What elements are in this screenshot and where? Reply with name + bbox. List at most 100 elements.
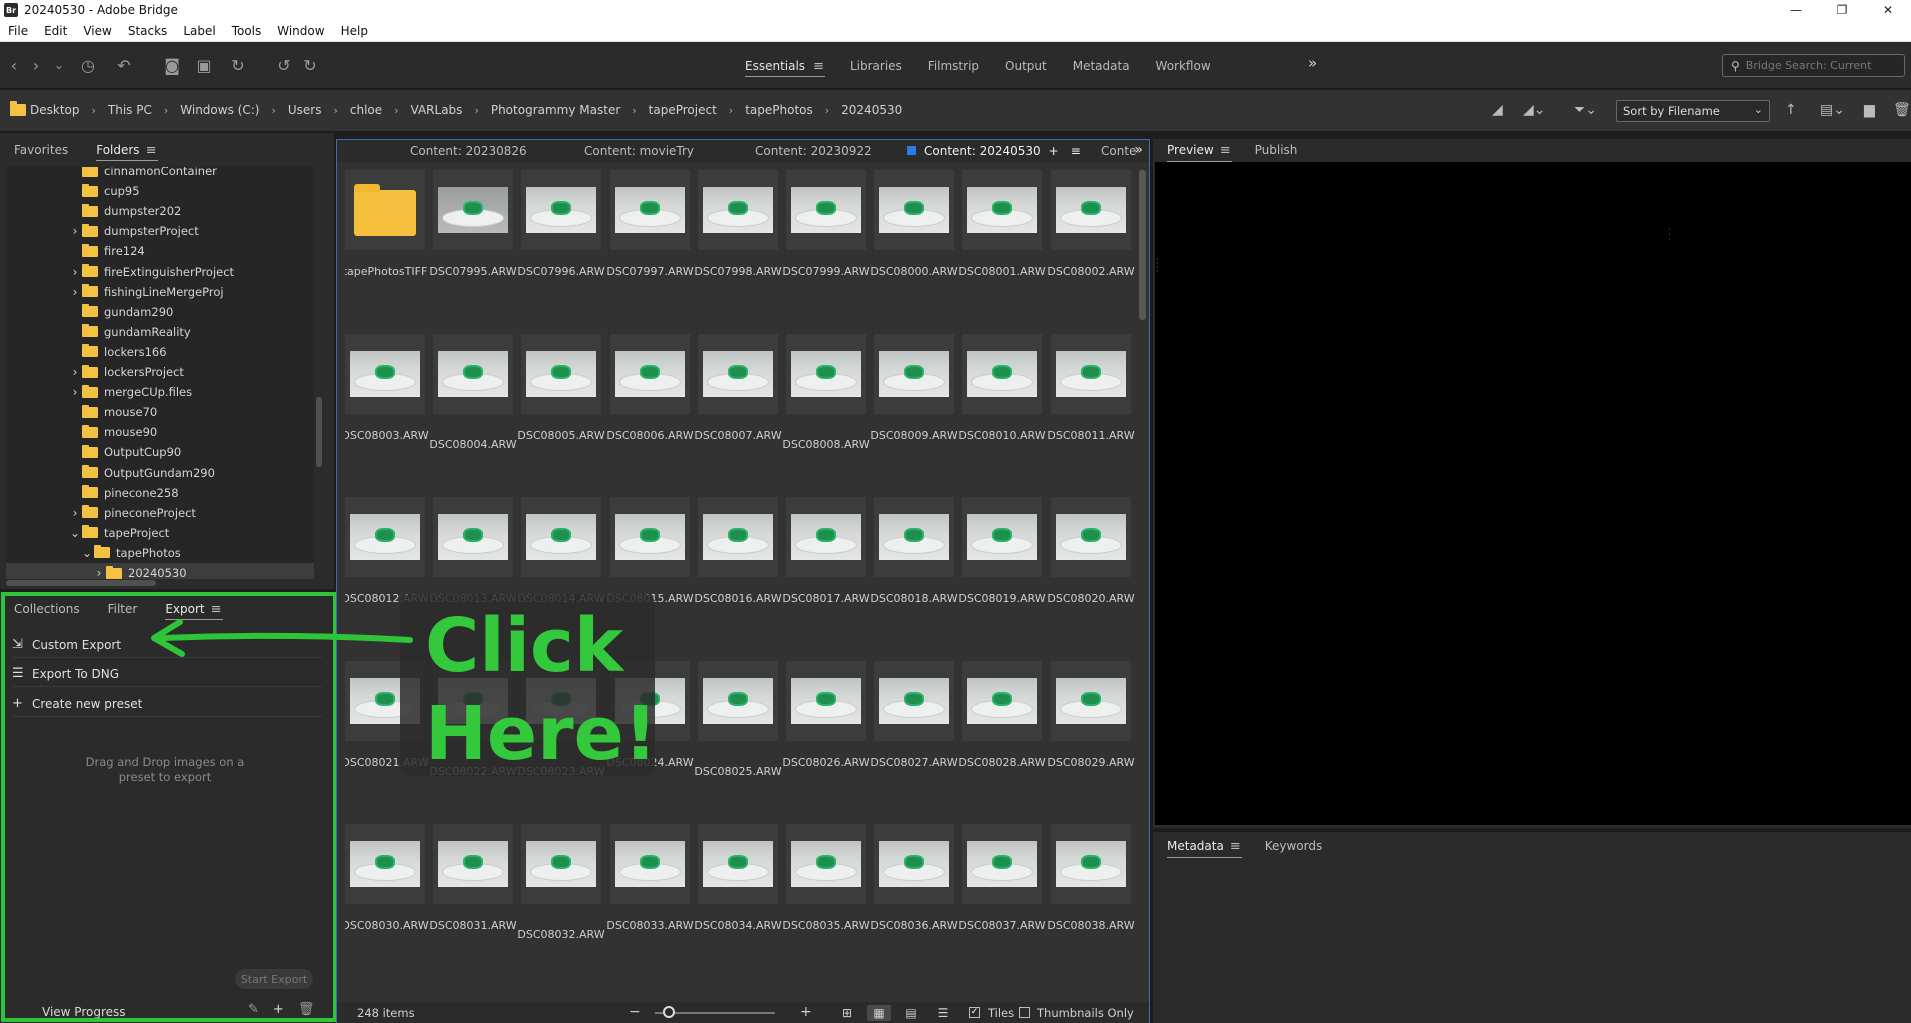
folder-tree-item[interactable]: › mergeCUp.files <box>6 382 314 402</box>
delete-icon[interactable]: 🗑 <box>1893 102 1911 118</box>
image-thumbnail[interactable]: DSC08038.ARW <box>1047 824 1135 932</box>
folder-tree-item[interactable]: › pineconeProject <box>6 503 314 523</box>
view-details-icon[interactable]: ▤ <box>899 1005 923 1021</box>
image-thumbnail[interactable]: DSC08003.ARW <box>345 334 429 442</box>
quality-icon[interactable]: ◢ <box>1492 102 1503 118</box>
chevron-right-icon[interactable]: › <box>92 104 96 117</box>
open-recent-icon[interactable]: ↻ <box>226 53 250 77</box>
export-to-dng-preset[interactable]: ☰ Export To DNG <box>12 661 322 687</box>
image-thumbnail[interactable]: DSC08006.ARW <box>606 334 694 442</box>
chevron-down-icon[interactable]: ⌄ <box>47 53 71 77</box>
forward-icon[interactable]: › <box>24 53 48 77</box>
image-thumbnail[interactable]: DSC08014.ARW <box>517 497 605 605</box>
folder-thumbnail[interactable]: tapePhotosTIFF <box>345 170 427 278</box>
view-list-icon[interactable]: ☰ <box>931 1005 955 1021</box>
breadcrumb-users[interactable]: Users <box>288 103 322 117</box>
image-thumbnail[interactable]: DSC08032.ARW <box>517 824 605 941</box>
view-thumbnails-icon[interactable]: ▦ <box>867 1005 891 1021</box>
tab-preview[interactable]: Preview <box>1167 143 1232 162</box>
workspace-libraries[interactable]: Libraries <box>850 59 902 73</box>
folder-tree-item[interactable]: dumpster202 <box>6 201 314 221</box>
image-thumbnail[interactable]: DSC08034.ARW <box>694 824 782 932</box>
splitter-handle[interactable]: · · · · <box>1156 256 1159 276</box>
new-folder-icon[interactable]: ▆ <box>1864 102 1875 118</box>
image-thumbnail[interactable]: DSC07999.ARW <box>782 170 870 278</box>
image-thumbnail[interactable]: DSC08001.ARW <box>958 170 1046 278</box>
horizontal-scrollbar[interactable] <box>6 580 314 586</box>
double-chevron-right-icon[interactable]: » <box>1134 142 1143 158</box>
zoom-out-icon[interactable]: − <box>629 1004 641 1020</box>
add-tab-icon[interactable]: + <box>1049 144 1059 158</box>
image-thumbnail[interactable]: DSC08002.ARW <box>1047 170 1135 278</box>
folder-tree-item[interactable]: OutputCup90 <box>6 442 314 462</box>
image-thumbnail[interactable]: DSC08000.ARW <box>870 170 958 278</box>
menu-view[interactable]: View <box>75 24 119 38</box>
image-thumbnail[interactable]: DSC08008.ARW <box>782 334 870 451</box>
tiles-checkbox[interactable]: ✓ <box>969 1007 980 1018</box>
tab-publish[interactable]: Publish <box>1255 143 1298 158</box>
chevron-right-icon[interactable]: › <box>68 265 82 279</box>
create-new-preset[interactable]: + Create new preset <box>12 691 322 717</box>
zoom-in-icon[interactable]: + <box>800 1004 812 1020</box>
menu-label[interactable]: Label <box>175 24 223 38</box>
open-recent-folder-icon[interactable]: ▤⌄ <box>1820 102 1845 118</box>
close-button[interactable]: ✕ <box>1865 0 1911 20</box>
image-thumbnail[interactable]: DSC08037.ARW <box>958 824 1046 932</box>
chevron-right-icon[interactable]: › <box>164 104 168 117</box>
image-thumbnail[interactable]: DSC08019.ARW <box>958 497 1046 605</box>
chevron-right-icon[interactable]: › <box>632 104 636 117</box>
back-icon[interactable]: ‹ <box>2 53 26 77</box>
folder-tree-item[interactable]: › fireExtinguisherProject <box>6 262 314 282</box>
image-thumbnail[interactable]: DSC08030.ARW <box>345 824 429 932</box>
folder-tree-item[interactable]: pinecone258 <box>6 483 314 503</box>
image-thumbnail[interactable]: DSC07997.ARW <box>606 170 694 278</box>
maximize-button[interactable]: ❐ <box>1819 0 1865 20</box>
edit-icon[interactable]: ✎ <box>248 1002 259 1017</box>
image-thumbnail[interactable]: DSC07998.ARW <box>694 170 782 278</box>
folder-tree-item[interactable]: gundam290 <box>6 302 314 322</box>
image-thumbnail[interactable]: DSC08029.ARW <box>1047 661 1135 769</box>
breadcrumb-varlabs[interactable]: VARLabs <box>411 103 463 117</box>
chevron-right-icon[interactable]: › <box>68 385 82 399</box>
image-thumbnail[interactable]: DSC08036.ARW <box>870 824 958 932</box>
rotate-left-icon[interactable]: ↺ <box>272 53 296 77</box>
breadcrumb-windows-c[interactable]: Windows (C:) <box>180 103 259 117</box>
refine-icon[interactable]: ▣ <box>192 53 216 77</box>
chevron-right-icon[interactable]: › <box>474 104 478 117</box>
folder-tree-item[interactable]: mouse70 <box>6 402 314 422</box>
breadcrumb-photogrammy-master[interactable]: Photogrammy Master <box>491 103 620 117</box>
folder-tree-item[interactable]: › dumpsterProject <box>6 221 314 241</box>
breadcrumb-this-pc[interactable]: This PC <box>108 103 152 117</box>
image-thumbnail[interactable]: DSC08004.ARW <box>429 334 517 451</box>
tab-content-20230922[interactable]: Content: 20230922 <box>755 144 872 158</box>
workspace-metadata[interactable]: Metadata <box>1073 59 1130 73</box>
breadcrumb-chloe[interactable]: chloe <box>350 103 382 117</box>
folder-tree-item[interactable]: cup95 <box>6 181 314 201</box>
chevron-right-icon[interactable]: › <box>68 365 82 379</box>
image-thumbnail[interactable]: DSC08017.ARW <box>782 497 870 605</box>
image-thumbnail[interactable]: DSC08015.ARW <box>606 497 694 605</box>
tab-folders[interactable]: Folders <box>96 143 159 161</box>
menu-help[interactable]: Help <box>333 24 376 38</box>
workspace-workflow[interactable]: Workflow <box>1156 59 1211 73</box>
breadcrumb-desktop[interactable]: Desktop <box>10 101 80 117</box>
folder-tree-item[interactable]: › 20240530 <box>6 563 314 579</box>
chevron-down-icon[interactable]: ⌄ <box>68 526 82 540</box>
chevron-right-icon[interactable]: › <box>729 104 733 117</box>
filter-icon[interactable]: ⏷⌄ <box>1574 102 1597 118</box>
image-thumbnail[interactable]: DSC08009.ARW <box>870 334 958 442</box>
tab-content-movietry[interactable]: Content: movieTry <box>584 144 694 158</box>
chevron-right-icon[interactable]: › <box>68 506 82 520</box>
menu-stacks[interactable]: Stacks <box>120 24 175 38</box>
search-input[interactable]: ⚲ Bridge Search: Current <box>1722 54 1905 77</box>
panel-menu-icon[interactable]: ≡ <box>146 143 157 158</box>
tab-favorites[interactable]: Favorites <box>14 143 68 157</box>
folder-tree-item[interactable]: gundamReality <box>6 322 314 342</box>
image-thumbnail[interactable]: DSC07996.ARW <box>517 170 605 278</box>
chevron-right-icon[interactable]: › <box>825 104 829 117</box>
tab-content-partial[interactable]: Conte <box>1101 144 1136 158</box>
menu-tools[interactable]: Tools <box>224 24 270 38</box>
menu-edit[interactable]: Edit <box>36 24 75 38</box>
tab-keywords[interactable]: Keywords <box>1265 839 1323 854</box>
image-thumbnail[interactable]: DSC08035.ARW <box>782 824 870 932</box>
